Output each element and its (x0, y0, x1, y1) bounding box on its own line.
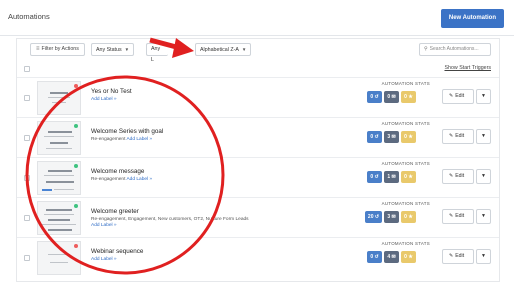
edit-button[interactable]: ✎ Edit (442, 89, 474, 104)
workflow-thumbnail[interactable] (37, 161, 81, 195)
stat-goal[interactable]: 0 ★ (401, 91, 416, 103)
pencil-icon: ✎ (449, 133, 454, 139)
status-dot (74, 164, 78, 168)
workflow-thumbnail[interactable] (37, 201, 81, 235)
row-menu-button[interactable]: ▼ (476, 129, 491, 144)
chevron-down-icon: ▼ (481, 133, 486, 139)
status-dot (74, 84, 78, 88)
add-label-link[interactable]: Add Label » (91, 257, 117, 262)
chevron-down-icon: ▼ (241, 47, 247, 52)
workflow-thumbnail[interactable] (37, 241, 81, 275)
stat-completed[interactable]: 0 ✉ (384, 91, 399, 103)
stat-active[interactable]: 0 ↺ (367, 91, 382, 103)
sort-select[interactable]: Alphabetical Z-A ▼ (195, 43, 252, 56)
row-checkbox[interactable] (24, 135, 30, 141)
row-checkbox[interactable] (24, 95, 30, 101)
stat-active[interactable]: 0 ↺ (367, 251, 382, 263)
stat-goal[interactable]: 0 ★ (401, 131, 416, 143)
chevron-down-icon: ▼ (481, 173, 486, 179)
page-title: Automations (8, 12, 50, 21)
row-menu-button[interactable]: ▼ (476, 209, 491, 224)
search-input[interactable]: ⚲ Search Automations... (419, 43, 491, 56)
workflow-thumbnail[interactable] (37, 121, 81, 155)
stat-goal[interactable]: 0 ★ (401, 171, 416, 183)
edit-button[interactable]: ✎ Edit (442, 209, 474, 224)
select-all-checkbox[interactable] (24, 66, 30, 72)
automation-name[interactable]: Yes or No Test (91, 88, 132, 95)
status-select[interactable]: Any Status ▼ (91, 43, 135, 56)
stats-heading: AUTOMATION STATS (381, 201, 430, 206)
stat-completed[interactable]: 1 ✉ (384, 171, 399, 183)
automation-name[interactable]: Welcome message (91, 168, 144, 175)
automation-name[interactable]: Welcome greeter (91, 208, 139, 215)
status-dot (74, 124, 78, 128)
filter-by-actions-button[interactable]: ≡ Filter by Actions (30, 43, 85, 56)
automation-meta: Re-engagement Add Label » (91, 177, 153, 182)
table-row: Welcome Series with goal Re-engagement A… (17, 117, 499, 157)
list-select[interactable]: Any L (146, 43, 168, 63)
edit-button[interactable]: ✎ Edit (442, 169, 474, 184)
toolbar: ≡ Filter by Actions Any Status ▼ Any L Alp… (17, 39, 499, 63)
status-dot (74, 244, 78, 248)
table-row: Welcome greeter Re-engagement, Engagemen… (17, 197, 499, 237)
chevron-down-icon: ▼ (481, 253, 486, 259)
stat-completed[interactable]: 3 ✉ (384, 211, 399, 223)
automations-panel: ≡ Filter by Actions Any Status ▼ Any L Alp… (16, 38, 500, 282)
automation-meta: Re-engagement, Engagement, New customers… (91, 217, 249, 228)
row-menu-button[interactable]: ▼ (476, 169, 491, 184)
chevron-down-icon: ▼ (124, 47, 130, 52)
stat-completed[interactable]: 3 ✉ (384, 131, 399, 143)
row-checkbox[interactable] (24, 175, 30, 181)
table-row: Yes or No Test Add Label » AUTOMATION ST… (17, 77, 499, 117)
row-checkbox[interactable] (24, 215, 30, 221)
search-icon: ⚲ (424, 46, 428, 52)
row-checkbox[interactable] (24, 255, 30, 261)
workflow-thumbnail[interactable] (37, 81, 81, 115)
stat-active[interactable]: 0 ↺ (367, 131, 382, 143)
filter-label: Filter by Actions (41, 46, 79, 52)
automation-meta: Add Label » (91, 257, 251, 263)
pencil-icon: ✎ (449, 93, 454, 99)
row-menu-button[interactable]: ▼ (476, 249, 491, 264)
row-menu-button[interactable]: ▼ (476, 89, 491, 104)
automation-meta: Re-engagement Add Label » (91, 137, 153, 142)
list-select-value: Any L (151, 46, 161, 63)
status-select-value: Any Status (96, 47, 122, 53)
stat-completed[interactable]: 4 ✉ (384, 251, 399, 263)
table-row: Webinar sequence Add Label » AUTOMATION … (17, 237, 499, 277)
automation-name[interactable]: Welcome Series with goal (91, 128, 163, 135)
stat-active[interactable]: 0 ↺ (367, 171, 382, 183)
stats-heading: AUTOMATION STATS (381, 161, 430, 166)
page-header: Automations New Automation (0, 0, 514, 36)
chevron-down-icon: ▼ (481, 93, 486, 99)
pencil-icon: ✎ (449, 253, 454, 259)
add-label-link[interactable]: Add Label » (126, 177, 152, 182)
automation-meta: Add Label » (91, 97, 251, 103)
status-dot (74, 204, 78, 208)
filter-icon: ≡ (36, 46, 40, 52)
add-label-link[interactable]: Add Label » (91, 97, 117, 102)
pencil-icon: ✎ (449, 213, 454, 219)
table-row: Welcome message Re-engagement Add Label … (17, 157, 499, 197)
automation-name[interactable]: Webinar sequence (91, 248, 143, 255)
stats-heading: AUTOMATION STATS (381, 81, 430, 86)
edit-button[interactable]: ✎ Edit (442, 249, 474, 264)
add-label-link[interactable]: Add Label » (91, 223, 117, 228)
stats-heading: AUTOMATION STATS (381, 241, 430, 246)
chevron-down-icon: ▼ (481, 213, 486, 219)
stat-goal[interactable]: 0 ★ (401, 251, 416, 263)
show-start-triggers-link[interactable]: Show Start Triggers (444, 65, 491, 71)
stats-heading: AUTOMATION STATS (381, 121, 430, 126)
stat-goal[interactable]: 0 ★ (401, 211, 416, 223)
edit-button[interactable]: ✎ Edit (442, 129, 474, 144)
search-placeholder: Search Automations... (429, 46, 479, 52)
pencil-icon: ✎ (449, 173, 454, 179)
new-automation-button[interactable]: New Automation (440, 9, 504, 28)
stat-active[interactable]: 20 ↺ (365, 211, 382, 223)
add-label-link[interactable]: Add Label » (126, 137, 152, 142)
sort-select-value: Alphabetical Z-A (200, 47, 239, 53)
